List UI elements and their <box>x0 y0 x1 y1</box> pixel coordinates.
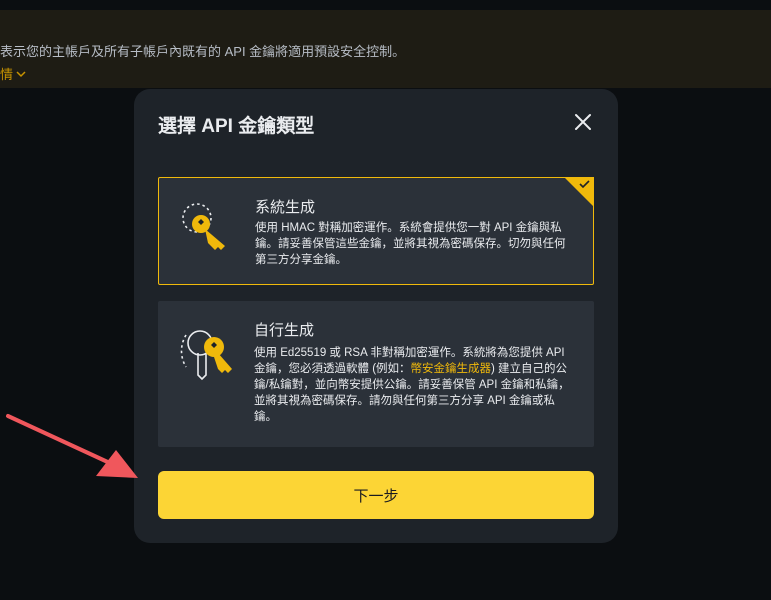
key-generator-link[interactable]: 幣安金鑰生成器 <box>411 363 492 375</box>
banner-text: 表示您的主帳戶及所有子帳戶內既有的 API 金鑰將適用預設安全控制。 <box>0 44 406 59</box>
self-generated-keys-icon <box>180 330 232 381</box>
system-key-icon <box>182 203 225 250</box>
option-self-generated[interactable]: 自行生成 使用 Ed25519 或 RSA 非對稱加密運作。系統將為您提供 AP… <box>158 301 594 447</box>
dialog-title: 選擇 API 金鑰類型 <box>158 116 315 137</box>
api-key-type-dialog: 選擇 API 金鑰類型 系統生成 使用 HMAC 對稱加密運作。系統會提供您一對… <box>134 89 618 543</box>
annotation-arrow-icon <box>6 414 138 478</box>
security-notice-banner: 表示您的主帳戶及所有子帳戶內既有的 API 金鑰將適用預設安全控制。 情 <box>0 10 771 88</box>
chevron-down-icon <box>16 70 26 77</box>
banner-link-label: 情 <box>0 67 14 82</box>
close-icon[interactable] <box>572 111 594 133</box>
banner-details-link[interactable]: 情 <box>0 64 27 83</box>
option-description: 使用 HMAC 對稱加密運作。系統會提供您一對 API 金鑰與私鑰。請妥善保管這… <box>255 222 566 266</box>
option-system-generated[interactable]: 系統生成 使用 HMAC 對稱加密運作。系統會提供您一對 API 金鑰與私鑰。請… <box>158 177 594 285</box>
option-description: 使用 Ed25519 或 RSA 非對稱加密運作。系統將為您提供 API 金鑰，… <box>254 345 576 425</box>
next-button[interactable]: 下一步 <box>158 471 594 519</box>
option-title: 系統生成 <box>255 199 316 216</box>
option-title: 自行生成 <box>254 322 315 339</box>
selected-check-icon <box>564 177 594 207</box>
